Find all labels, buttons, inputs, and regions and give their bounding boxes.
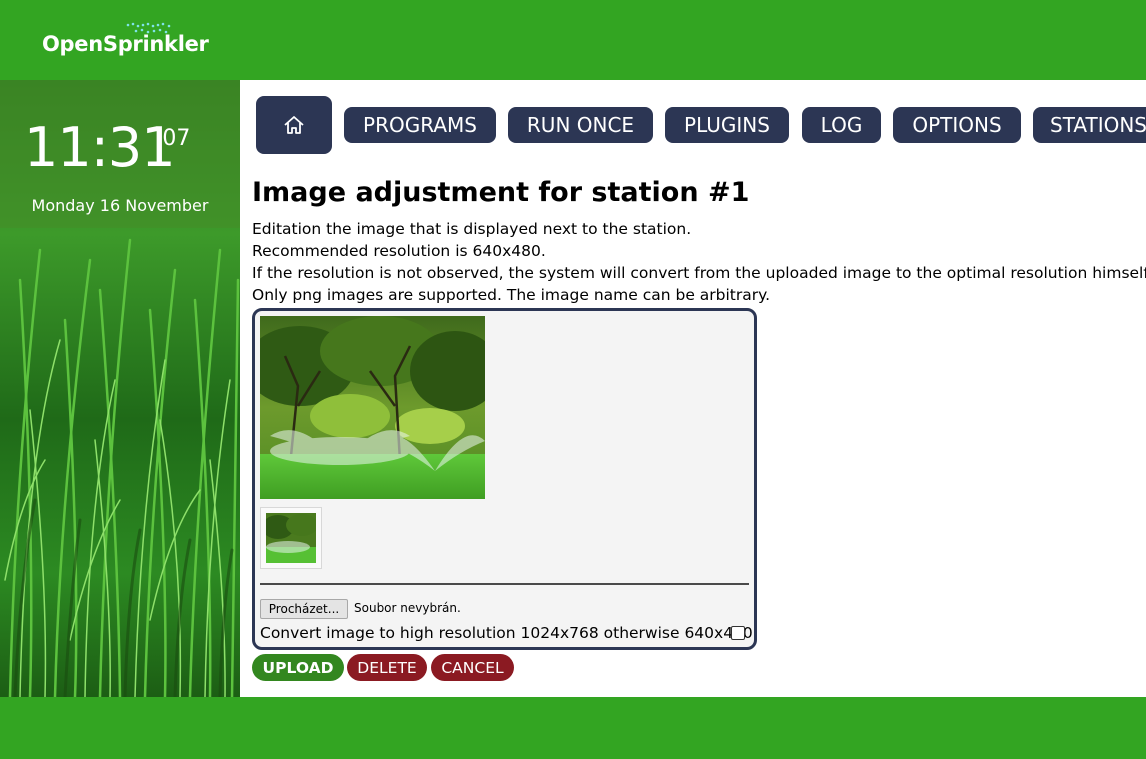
header-bar: OpenSprinkler xyxy=(0,0,1146,80)
nav-home-button[interactable] xyxy=(256,96,332,154)
station-image-preview xyxy=(260,316,485,499)
home-icon xyxy=(284,116,304,134)
nav-options-button[interactable]: OPTIONS xyxy=(893,107,1021,143)
thumbnail-image xyxy=(266,513,316,563)
delete-button[interactable]: DELETE xyxy=(347,654,427,681)
clock-date: Monday 16 November xyxy=(31,196,209,215)
clock-panel: 11:31 :07 Monday 16 November xyxy=(0,80,240,228)
nav-programs-button[interactable]: PROGRAMS xyxy=(344,107,496,143)
main-navigation: PROGRAMS RUN ONCE PLUGINS LOG OPTIONS ST… xyxy=(256,96,1146,156)
image-editor-panel: Procházet... Soubor nevybrán. Convert im… xyxy=(252,308,757,650)
description-line: Recommended resolution is 640x480. xyxy=(252,242,546,260)
cancel-button[interactable]: CANCEL xyxy=(431,654,514,681)
clock-hours-minutes: 11:31 xyxy=(24,116,176,179)
nav-log-button[interactable]: LOG xyxy=(802,107,881,143)
description-line: Only png images are supported. The image… xyxy=(252,286,771,304)
convert-resolution-checkbox[interactable] xyxy=(731,626,745,640)
logo-text: OpenSprinkler xyxy=(42,32,209,56)
upload-button[interactable]: UPLOAD xyxy=(252,654,344,681)
description-line: If the resolution is not observed, the s… xyxy=(252,264,1146,282)
page-title: Image adjustment for station #1 xyxy=(252,177,750,208)
nav-run-once-button[interactable]: RUN ONCE xyxy=(508,107,653,143)
opensprinkler-logo[interactable]: OpenSprinkler xyxy=(42,22,212,62)
divider xyxy=(260,583,749,585)
file-status-text: Soubor nevybrán. xyxy=(354,601,461,615)
browse-file-button[interactable]: Procházet... xyxy=(260,599,348,619)
nav-plugins-button[interactable]: PLUGINS xyxy=(665,107,789,143)
convert-resolution-label: Convert image to high resolution 1024x76… xyxy=(260,624,753,642)
description-line: Editation the image that is displayed ne… xyxy=(252,220,692,238)
footer-bar xyxy=(0,697,1146,759)
station-image-thumbnail[interactable] xyxy=(260,507,322,569)
clock-seconds: :07 xyxy=(155,126,191,151)
clock-time: 11:31 xyxy=(24,116,176,179)
nav-stations-button[interactable]: STATIONS xyxy=(1033,107,1146,143)
sidebar: 11:31 :07 Monday 16 November xyxy=(0,80,240,697)
